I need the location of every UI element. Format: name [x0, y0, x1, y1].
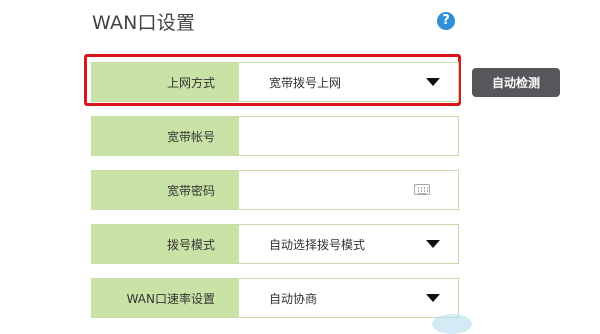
connection-type-value: 宽带拨号上网: [269, 75, 342, 90]
chevron-down-icon: [426, 78, 440, 86]
form-row-account: 宽带帐号: [91, 116, 459, 156]
auto-detect-button[interactable]: 自动检测: [472, 68, 560, 97]
form-row-password: 宽带密码: [91, 170, 459, 210]
password-label: 宽带密码: [92, 171, 239, 209]
wan-speed-select[interactable]: 自动协商: [239, 279, 458, 317]
corner-decoration: [432, 314, 472, 334]
account-input[interactable]: [239, 117, 458, 155]
dial-mode-value: 自动选择拨号模式: [269, 237, 366, 252]
form-row-connection-type: 上网方式 宽带拨号上网: [91, 62, 459, 102]
help-icon[interactable]: ?: [437, 12, 455, 30]
password-input[interactable]: [239, 171, 458, 209]
form-row-dial-mode: 拨号模式 自动选择拨号模式: [91, 224, 459, 264]
wan-speed-value: 自动协商: [269, 291, 318, 306]
chevron-down-icon: [426, 294, 440, 302]
dial-mode-label: 拨号模式: [92, 225, 239, 263]
keyboard-icon[interactable]: [414, 184, 430, 195]
account-label: 宽带帐号: [92, 117, 239, 155]
wan-speed-label: WAN口速率设置: [92, 279, 239, 317]
connection-type-select[interactable]: 宽带拨号上网: [239, 63, 458, 101]
dial-mode-select[interactable]: 自动选择拨号模式: [239, 225, 458, 263]
page-title: WAN口设置: [92, 12, 196, 34]
form-row-wan-speed: WAN口速率设置 自动协商: [91, 278, 459, 318]
connection-type-label: 上网方式: [92, 63, 239, 101]
chevron-down-icon: [426, 240, 440, 248]
